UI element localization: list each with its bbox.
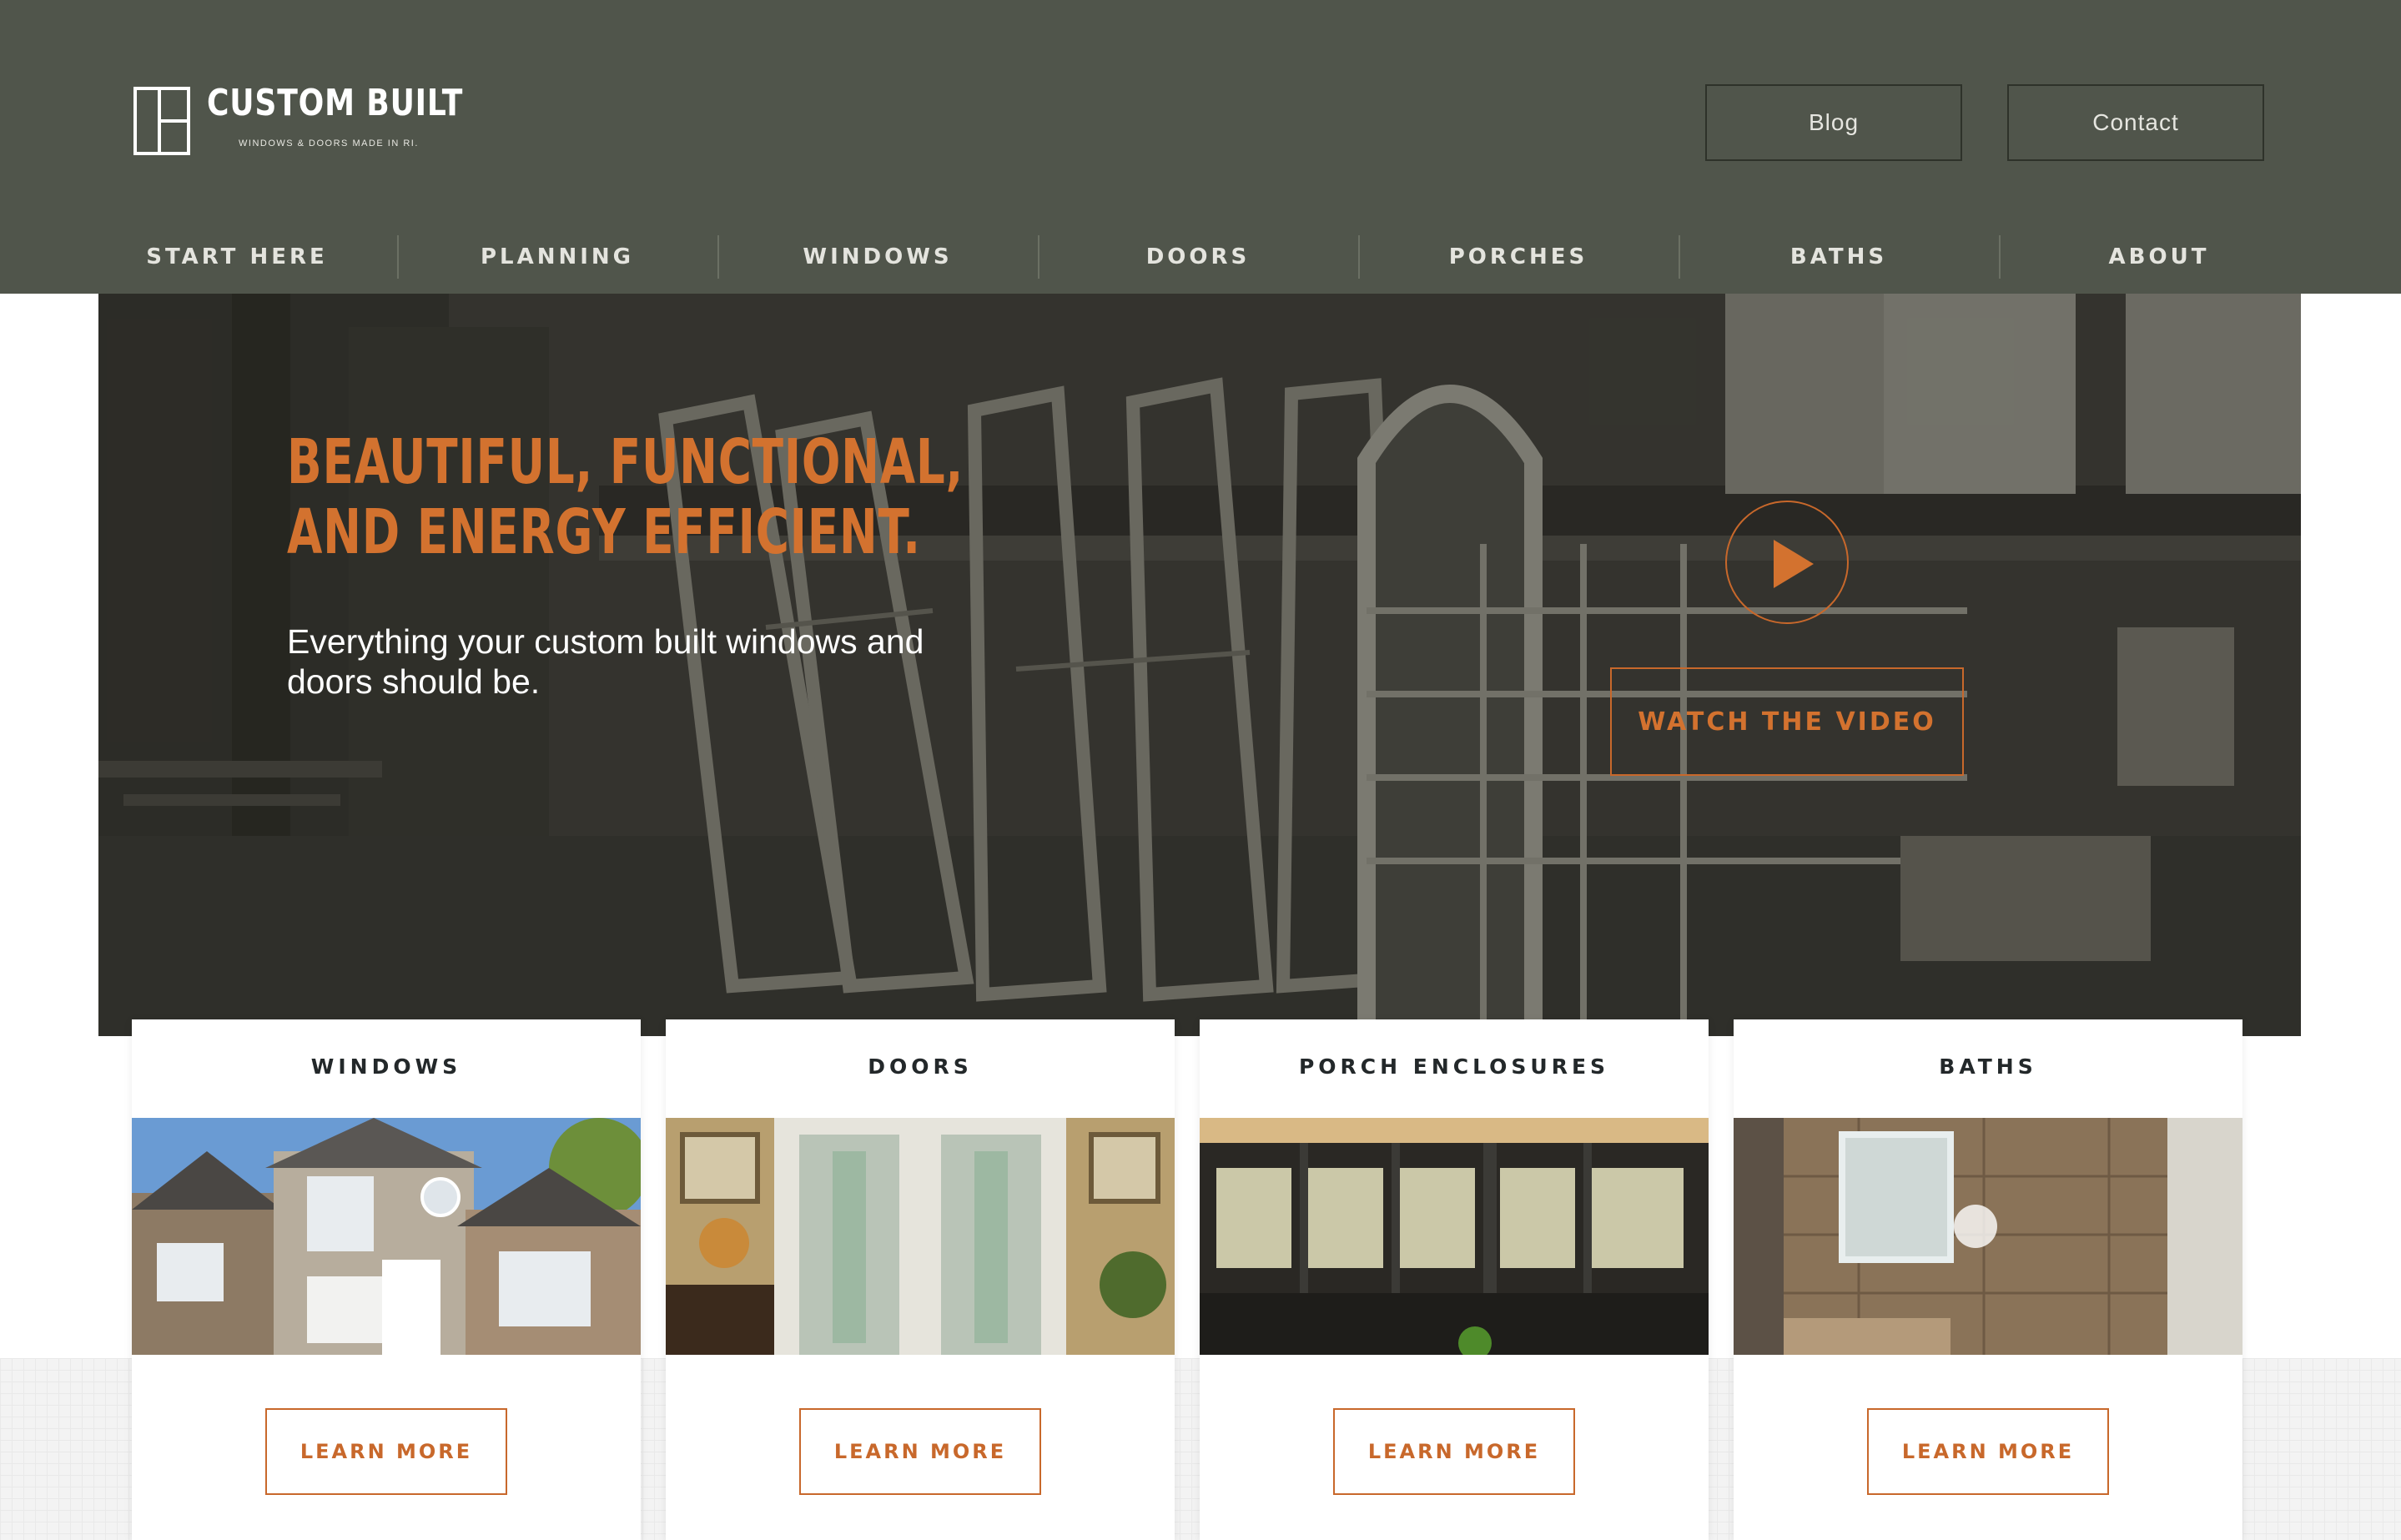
card-title: PORCH ENCLOSURES — [1298, 1054, 1610, 1079]
category-card-doors: DOORS LEARN MORE — [666, 1019, 1175, 1540]
blog-button[interactable]: Blog — [1705, 84, 1962, 161]
play-video-button[interactable] — [1725, 501, 1849, 624]
learn-more-button[interactable]: LEARN MORE — [799, 1408, 1041, 1495]
nav-item-baths[interactable]: BATHS — [1679, 234, 1999, 280]
nav-item-porches[interactable]: PORCHES — [1358, 234, 1679, 280]
watch-video-button[interactable]: WATCH THE VIDEO — [1610, 667, 1964, 776]
learn-more-button[interactable]: LEARN MORE — [1867, 1408, 2109, 1495]
hero-subtitle: Everything your custom built windows and… — [287, 622, 924, 701]
porch-enclosure-photo[interactable] — [1200, 1118, 1709, 1355]
shower-photo[interactable] — [1734, 1118, 2242, 1355]
nav-item-start-here[interactable]: START HERE — [77, 234, 397, 280]
main-nav: START HERE PLANNING WINDOWS DOORS PORCHE… — [0, 234, 2401, 280]
learn-more-button[interactable]: LEARN MORE — [1333, 1408, 1575, 1495]
learn-more-button[interactable]: LEARN MORE — [265, 1408, 507, 1495]
site-header: CUSTOM BUILT WINDOWS & DOORS MADE IN RI.… — [0, 0, 2401, 294]
card-title: DOORS — [868, 1054, 973, 1079]
nav-item-windows[interactable]: WINDOWS — [717, 234, 1038, 280]
hero-banner: BEAUTIFUL, FUNCTIONAL, AND ENERGY EFFICI… — [98, 294, 2301, 1036]
nav-item-doors[interactable]: DOORS — [1038, 234, 1358, 280]
brand-tagline: WINDOWS & DOORS MADE IN RI. — [239, 138, 419, 148]
window-frame-icon — [133, 87, 190, 155]
contact-button[interactable]: Contact — [2007, 84, 2264, 161]
card-title: WINDOWS — [310, 1054, 462, 1079]
nav-item-about[interactable]: ABOUT — [1999, 234, 2319, 280]
glass-doors-photo[interactable] — [666, 1118, 1175, 1355]
card-title: BATHS — [1939, 1054, 2037, 1079]
hero-title: BEAUTIFUL, FUNCTIONAL, AND ENERGY EFFICI… — [287, 426, 964, 568]
play-icon — [1774, 540, 1814, 588]
category-card-windows: WINDOWS LEARN MORE — [132, 1019, 641, 1540]
nav-item-planning[interactable]: PLANNING — [397, 234, 717, 280]
category-card-porch-enclosures: PORCH ENCLOSURES LEARN MORE — [1200, 1019, 1709, 1540]
category-card-baths: BATHS LEARN MORE — [1734, 1019, 2242, 1540]
brand-name: CUSTOM BUILT — [207, 82, 464, 124]
house-exterior-photo[interactable] — [132, 1118, 641, 1355]
